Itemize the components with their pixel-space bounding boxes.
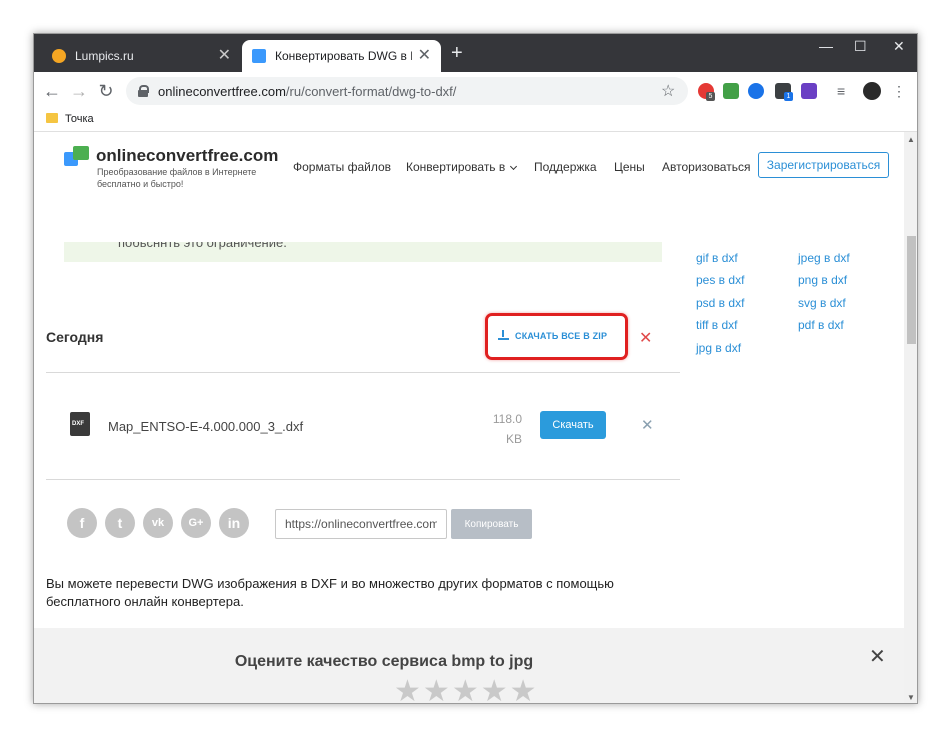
dxf-file-icon: DXF [70, 412, 90, 436]
close-window-button[interactable]: ✕ [893, 38, 905, 55]
conversion-link[interactable]: jpeg в dxf [798, 251, 850, 265]
notice-banner: побьсннть это ограничение. [64, 242, 662, 262]
star-icon[interactable]: ★ [394, 677, 421, 704]
tab-close-icon[interactable]: ✕ [418, 48, 431, 64]
share-link-input[interactable] [275, 509, 447, 539]
lumpics-favicon-icon [52, 49, 66, 63]
highlight-annotation [485, 313, 628, 360]
nav-prices[interactable]: Цены [614, 160, 645, 174]
star-icon[interactable]: ★ [510, 677, 537, 704]
reload-icon[interactable]: ↻ [96, 81, 116, 101]
extension-badge: 1 [784, 92, 793, 101]
nav-support[interactable]: Поддержка [534, 160, 597, 174]
copy-button[interactable]: Копировать [451, 509, 532, 539]
file-name: Map_ENTSO-E-4.000.000_3_.dxf [108, 419, 304, 434]
star-icon[interactable]: ★ [452, 677, 479, 704]
vk-icon[interactable]: vk [143, 508, 173, 538]
scroll-thumb[interactable] [907, 236, 916, 344]
menu-kebab-icon[interactable]: ⋮ [892, 83, 908, 99]
conversion-link[interactable]: pes в dxf [696, 273, 744, 287]
rating-close-icon[interactable]: ✕ [869, 644, 886, 669]
file-size-value: 118.0 [492, 412, 522, 426]
rating-stars: ★ ★ ★ ★ ★ [394, 677, 539, 704]
nav-convert[interactable]: Конвертировать в [406, 160, 518, 174]
tab-strip: Lumpics.ru ✕ Конвертировать DWG в DXF он… [34, 34, 917, 72]
chevron-down-icon [510, 162, 518, 171]
logo-name[interactable]: onlineconvertfree.com [96, 146, 278, 166]
rating-panel: Оцените качество сервиса bmp to jpg ✕ ★ … [34, 628, 904, 704]
notice-text: побьсннть это ограничение. [118, 242, 287, 250]
onlineconvert-favicon-icon [252, 49, 266, 63]
maximize-button[interactable]: ☐ [854, 38, 867, 55]
extension-music-icon[interactable] [723, 83, 739, 99]
tab-convert[interactable]: Конвертировать DWG в DXF он ✕ [242, 40, 441, 72]
tab-title: Lumpics.ru [75, 49, 134, 63]
file-size: 118.0 KB [476, 409, 522, 449]
profile-avatar[interactable] [863, 82, 881, 100]
conversion-link[interactable]: gif в dxf [696, 251, 738, 265]
scroll-up-arrow-icon[interactable]: ▲ [907, 135, 915, 144]
back-arrow-icon[interactable]: ← [42, 81, 62, 101]
file-size-unit: KB [505, 432, 522, 446]
linkedin-icon[interactable]: in [219, 508, 249, 538]
tab-title: Конвертировать DWG в DXF он [275, 49, 412, 63]
rating-title: Оцените качество сервиса bmp to jpg [234, 653, 534, 670]
conversion-link[interactable]: psd в dxf [696, 296, 744, 310]
scroll-down-arrow-icon[interactable]: ▼ [907, 693, 915, 702]
address-host: onlineconvertfree.com [158, 83, 286, 99]
conversion-link[interactable]: tiff в dxf [696, 318, 738, 332]
lock-icon [138, 85, 149, 97]
nav-formats[interactable]: Форматы файлов [293, 160, 391, 174]
forward-arrow-icon[interactable]: → [69, 81, 89, 101]
file-icon-label: DXF [72, 421, 84, 427]
logo-icon[interactable] [64, 146, 90, 168]
bookmarks-bar: Точка [34, 110, 917, 132]
conversion-link[interactable]: jpg в dxf [696, 341, 741, 355]
clear-all-close-icon[interactable]: ✕ [639, 328, 652, 348]
tab-lumpics[interactable]: Lumpics.ru ✕ [42, 40, 241, 72]
extension-badge: 5 [706, 92, 715, 101]
star-icon[interactable]: ★ [481, 677, 508, 704]
download-button[interactable]: Скачать [540, 411, 606, 439]
browser-window: Lumpics.ru ✕ Конвертировать DWG в DXF он… [33, 33, 918, 704]
bookmark-tochka[interactable]: Точка [65, 113, 94, 125]
new-tab-button[interactable]: + [451, 43, 463, 63]
bookmark-star-icon[interactable]: ☆ [661, 81, 675, 101]
star-icon[interactable]: ★ [423, 677, 450, 704]
description-text: Вы можете перевести DWG изображения в DX… [46, 576, 614, 609]
section-title-today: Сегодня [46, 329, 104, 345]
page-viewport: onlineconvertfree.com Преобразование фай… [34, 132, 904, 704]
google-plus-icon[interactable]: G+ [181, 508, 211, 538]
minimize-button[interactable]: — [819, 38, 833, 54]
conversion-link[interactable]: png в dxf [798, 273, 847, 287]
divider [46, 372, 680, 373]
folder-icon [46, 113, 58, 123]
twitter-icon[interactable]: t [105, 508, 135, 538]
register-button[interactable]: Зарегистрироваться [758, 152, 889, 178]
conversion-link[interactable]: svg в dxf [798, 296, 846, 310]
tab-close-icon[interactable]: ✕ [218, 48, 231, 64]
facebook-icon[interactable]: f [67, 508, 97, 538]
extension-purple-icon[interactable] [801, 83, 817, 99]
extension-globe-icon[interactable] [748, 83, 764, 99]
divider [46, 479, 680, 480]
conversion-link[interactable]: pdf в dxf [798, 318, 844, 332]
page-scrollbar[interactable]: ▲ ▼ [904, 132, 917, 703]
logo-tagline: Преобразование файлов в Интернете беспла… [97, 167, 257, 189]
address-bar[interactable]: onlineconvertfree.com/ru/convert-format/… [126, 77, 688, 105]
reading-list-icon[interactable]: ≡ [837, 83, 853, 99]
remove-file-close-icon[interactable]: ✕ [641, 416, 654, 434]
nav-convert-label: Конвертировать в [406, 160, 506, 174]
browser-toolbar: ← → ↻ onlineconvertfree.com/ru/convert-f… [34, 72, 917, 110]
address-path: /ru/convert-format/dwg-to-dxf/ [285, 83, 457, 99]
nav-login[interactable]: Авторизоваться [662, 160, 750, 174]
